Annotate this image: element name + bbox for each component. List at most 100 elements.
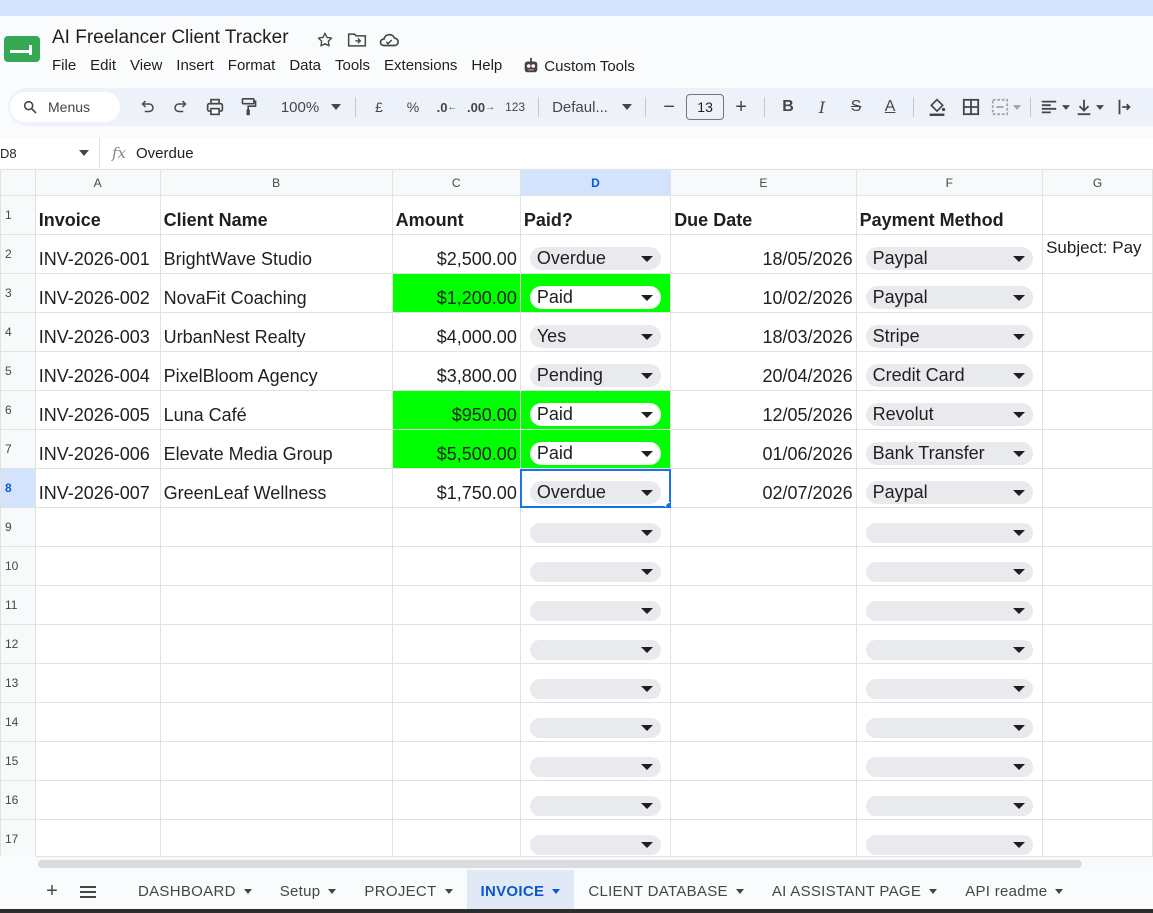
row-header[interactable]: 9: [0, 507, 36, 547]
horizontal-align-button[interactable]: [1040, 93, 1071, 121]
sheet-tab-client-database[interactable]: CLIENT DATABASE: [574, 870, 758, 913]
cell[interactable]: [159, 507, 393, 547]
cell[interactable]: [391, 585, 521, 625]
client-cell[interactable]: BrightWave Studio: [159, 234, 393, 274]
payment-method-dropdown-chip[interactable]: [865, 523, 1034, 543]
cell[interactable]: [670, 585, 857, 625]
merge-cells-button[interactable]: [991, 93, 1022, 121]
text-color-button[interactable]: A: [876, 93, 904, 121]
status-dropdown-chip[interactable]: Overdue: [529, 247, 662, 270]
invoice-cell[interactable]: INV-2026-005: [34, 390, 161, 430]
cell[interactable]: [34, 507, 161, 547]
cell[interactable]: [391, 702, 521, 742]
scrollbar-thumb[interactable]: [38, 860, 1082, 868]
text-wrap-button[interactable]: [1110, 93, 1138, 121]
due-date-cell[interactable]: 18/03/2026: [670, 312, 857, 352]
percent-format-button[interactable]: %: [399, 93, 427, 121]
cell[interactable]: [159, 546, 393, 586]
cell[interactable]: [391, 741, 521, 781]
vertical-align-button[interactable]: [1076, 93, 1105, 121]
row-header[interactable]: 6: [0, 390, 36, 430]
payment-method-cell[interactable]: [855, 702, 1044, 742]
cell[interactable]: [391, 624, 521, 664]
paid-cell[interactable]: Paid: [519, 390, 672, 430]
header-payment-method[interactable]: Payment Method: [855, 195, 1044, 235]
notes-cell[interactable]: [1042, 390, 1153, 430]
cell[interactable]: [34, 702, 161, 742]
row-header[interactable]: 8: [0, 468, 36, 508]
cell[interactable]: [670, 624, 857, 664]
paid-cell[interactable]: Overdue: [519, 468, 672, 508]
payment-method-dropdown-chip[interactable]: Credit Card: [865, 364, 1034, 387]
cell[interactable]: [670, 507, 857, 547]
due-date-cell[interactable]: 18/05/2026: [670, 234, 857, 274]
row-header[interactable]: 16: [0, 780, 36, 820]
formula-input[interactable]: Overdue: [136, 145, 194, 162]
cell[interactable]: [1042, 195, 1153, 235]
due-date-cell[interactable]: 12/05/2026: [670, 390, 857, 430]
status-dropdown-chip[interactable]: Paid: [529, 286, 662, 309]
column-header-c[interactable]: C: [391, 169, 521, 196]
status-dropdown-chip[interactable]: [529, 562, 662, 582]
cell[interactable]: [34, 741, 161, 781]
all-sheets-button[interactable]: [70, 885, 106, 898]
notes-cell[interactable]: [1042, 429, 1153, 469]
payment-method-dropdown-chip[interactable]: Paypal: [865, 286, 1034, 309]
column-header-e[interactable]: E: [670, 169, 857, 196]
zoom-select[interactable]: 100%: [276, 93, 346, 121]
due-date-cell[interactable]: 02/07/2026: [670, 468, 857, 508]
menu-tools[interactable]: Tools: [335, 57, 378, 75]
payment-method-cell[interactable]: Paypal: [855, 273, 1044, 313]
sheet-tab-ai-assistant-page[interactable]: AI ASSISTANT PAGE: [758, 870, 951, 913]
client-cell[interactable]: GreenLeaf Wellness: [159, 468, 393, 508]
row-header[interactable]: 14: [0, 702, 36, 742]
cell[interactable]: [1042, 507, 1153, 547]
cell[interactable]: [159, 663, 393, 703]
cell[interactable]: [159, 780, 393, 820]
invoice-cell[interactable]: INV-2026-007: [34, 468, 161, 508]
cell[interactable]: [391, 780, 521, 820]
cell[interactable]: [1042, 702, 1153, 742]
cell[interactable]: [1042, 780, 1153, 820]
invoice-cell[interactable]: INV-2026-006: [34, 429, 161, 469]
payment-method-dropdown-chip[interactable]: [865, 679, 1034, 699]
amount-cell[interactable]: $950.00: [391, 390, 521, 430]
payment-method-dropdown-chip[interactable]: [865, 757, 1034, 777]
status-dropdown-chip[interactable]: [529, 523, 662, 543]
header-due-date[interactable]: Due Date: [670, 195, 857, 235]
cloud-status-icon[interactable]: [378, 29, 400, 51]
payment-method-cell[interactable]: [855, 624, 1044, 664]
column-header-b[interactable]: B: [159, 169, 393, 196]
payment-method-cell[interactable]: Paypal: [855, 234, 1044, 274]
cell[interactable]: [159, 702, 393, 742]
payment-method-cell[interactable]: Revolut: [855, 390, 1044, 430]
font-size-decrease-button[interactable]: −: [655, 93, 683, 121]
print-button[interactable]: [201, 93, 229, 121]
italic-button[interactable]: I: [808, 93, 836, 121]
payment-method-cell[interactable]: Bank Transfer: [855, 429, 1044, 469]
payment-method-cell[interactable]: [855, 819, 1044, 856]
client-cell[interactable]: Luna Café: [159, 390, 393, 430]
paid-cell[interactable]: [519, 585, 672, 625]
notes-cell[interactable]: [1042, 468, 1153, 508]
payment-method-cell[interactable]: [855, 780, 1044, 820]
star-icon[interactable]: [314, 29, 336, 51]
amount-cell[interactable]: $4,000.00: [391, 312, 521, 352]
payment-method-dropdown-chip[interactable]: Revolut: [865, 403, 1034, 426]
header-client-name[interactable]: Client Name: [159, 195, 393, 235]
column-header-g[interactable]: G: [1042, 169, 1153, 196]
document-title[interactable]: AI Freelancer Client Tracker: [52, 27, 289, 49]
column-header-f[interactable]: F: [855, 169, 1044, 196]
paint-format-button[interactable]: [235, 93, 263, 121]
cell[interactable]: [1042, 585, 1153, 625]
sheet-tab-api-readme[interactable]: API readme: [951, 870, 1077, 913]
fill-handle[interactable]: [665, 502, 670, 507]
paid-cell[interactable]: Paid: [519, 273, 672, 313]
row-header[interactable]: 13: [0, 663, 36, 703]
menus-search[interactable]: Menus: [10, 92, 120, 122]
payment-method-cell[interactable]: Stripe: [855, 312, 1044, 352]
paid-cell[interactable]: Overdue: [519, 234, 672, 274]
cell[interactable]: [1042, 624, 1153, 664]
client-cell[interactable]: NovaFit Coaching: [159, 273, 393, 313]
payment-method-dropdown-chip[interactable]: [865, 601, 1034, 621]
